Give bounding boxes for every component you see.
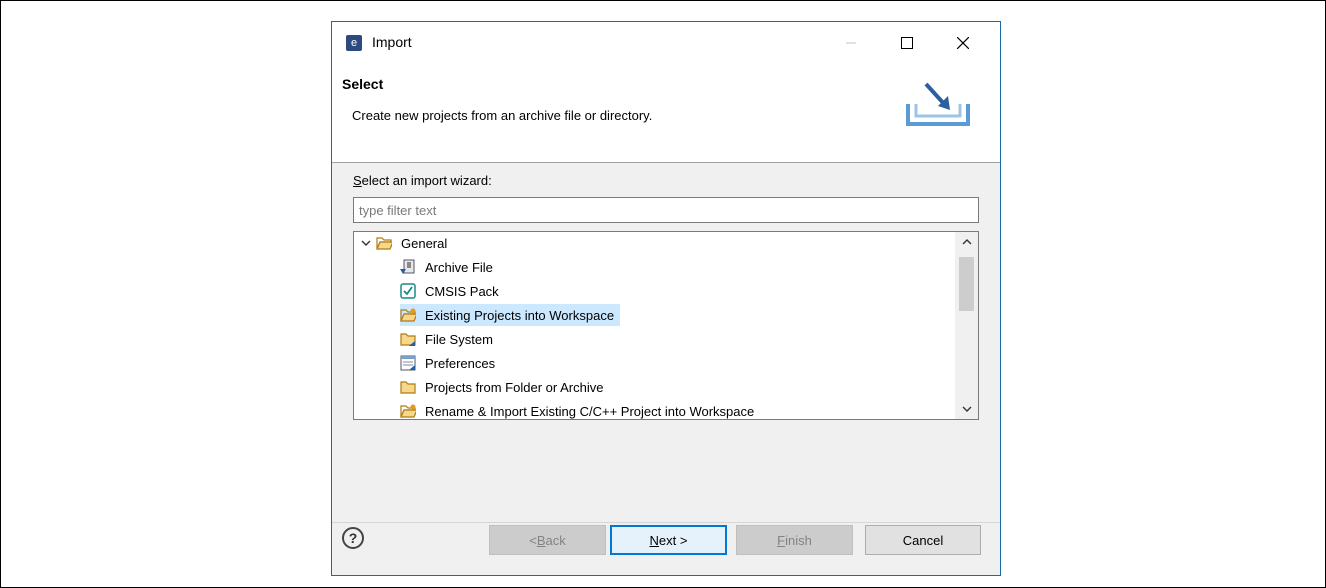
chevron-down-icon	[962, 406, 971, 412]
tree-item-file-system[interactable]: File System	[400, 328, 496, 350]
tree-scrollbar[interactable]	[955, 232, 978, 419]
minimize-button[interactable]	[828, 22, 874, 64]
tree-group-label: General	[401, 235, 448, 251]
project-folder-icon	[400, 308, 416, 322]
import-banner-icon	[906, 82, 970, 126]
folder-icon	[400, 333, 416, 346]
checkbox-pack-icon	[400, 283, 416, 299]
footer-divider	[332, 522, 1000, 523]
tree-item-cmsis-pack[interactable]: CMSIS Pack	[400, 280, 502, 302]
tree-item-rename-import[interactable]: Rename & Import Existing C/C++ Project i…	[400, 400, 757, 419]
close-icon	[957, 37, 969, 49]
tree-item-projects-from-folder[interactable]: Projects from Folder or Archive	[400, 376, 606, 398]
folder-icon	[400, 381, 416, 394]
tree-item-existing-projects[interactable]: Existing Projects into Workspace	[400, 304, 621, 326]
chevron-down-icon[interactable]	[360, 237, 372, 249]
scroll-up-button[interactable]	[955, 232, 978, 252]
wizard-label: Select an import wizard:	[353, 173, 492, 188]
back-button[interactable]: < Back	[489, 525, 606, 555]
tree-item-preferences[interactable]: Preferences	[400, 352, 498, 374]
close-button[interactable]	[940, 22, 986, 64]
wizard-tree[interactable]: General Archive File CMSIS Pack Existing…	[353, 231, 979, 420]
maximize-icon	[901, 37, 913, 49]
tree-group-general[interactable]: General	[360, 232, 450, 254]
project-folder-icon	[400, 404, 416, 418]
preferences-icon	[400, 355, 416, 371]
next-button[interactable]: Next >	[610, 525, 727, 555]
cancel-button[interactable]: Cancel	[865, 525, 981, 555]
maximize-button[interactable]	[884, 22, 930, 64]
minimize-icon	[846, 42, 856, 44]
scroll-down-button[interactable]	[955, 399, 978, 419]
tree-item-archive-file[interactable]: Archive File	[400, 256, 496, 278]
help-button[interactable]: ?	[342, 527, 364, 549]
archive-file-icon	[400, 259, 415, 274]
import-dialog: e Import Select Create new projects from…	[331, 21, 1001, 576]
filter-input[interactable]	[353, 197, 979, 223]
page-title: Select	[342, 76, 384, 92]
chevron-up-icon	[962, 239, 971, 245]
scroll-thumb[interactable]	[959, 257, 974, 311]
eclipse-app-icon: e	[346, 35, 362, 51]
page-description: Create new projects from an archive file…	[352, 108, 653, 123]
title-bar: e Import	[332, 22, 1000, 64]
open-folder-icon	[376, 237, 392, 250]
window-title: Import	[372, 34, 412, 50]
wizard-header: Select Create new projects from an archi…	[332, 64, 1000, 163]
finish-button[interactable]: Finish	[736, 525, 853, 555]
